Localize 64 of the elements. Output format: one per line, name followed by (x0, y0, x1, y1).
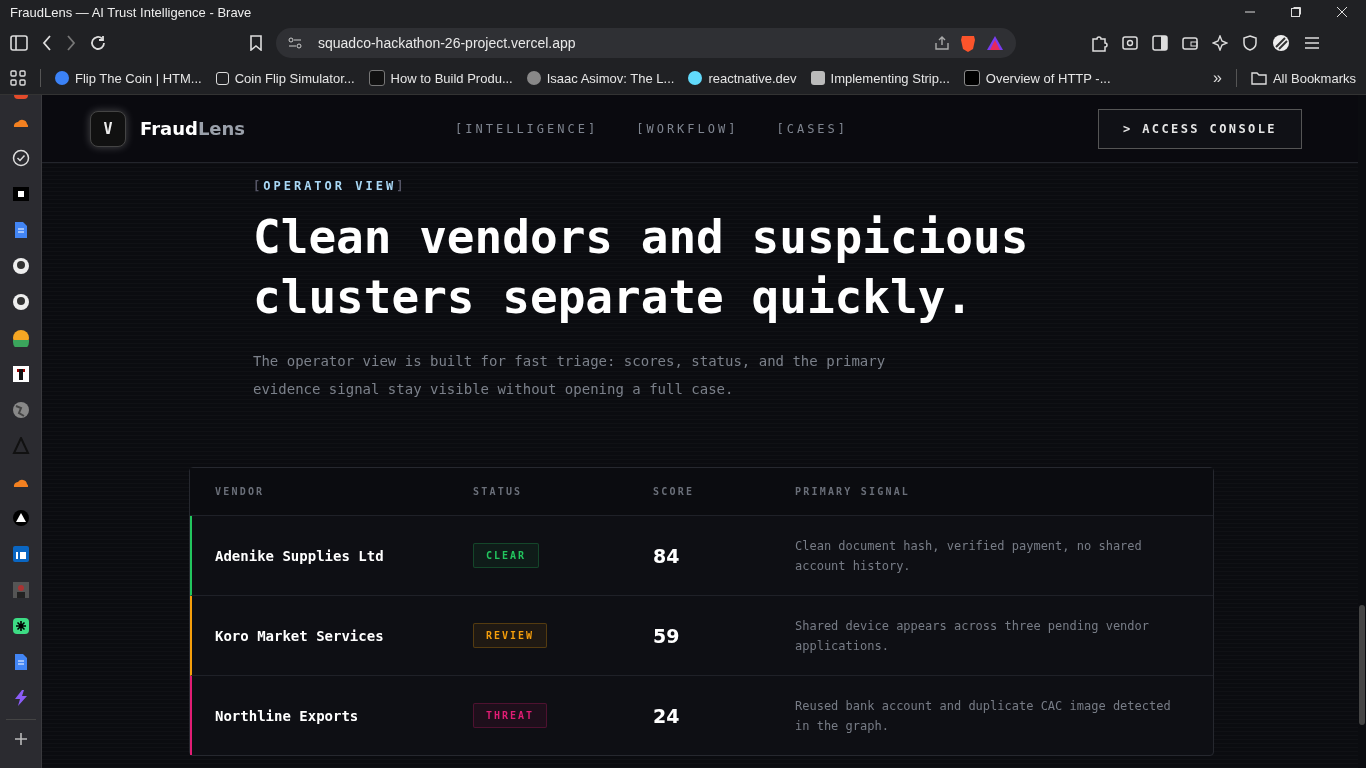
signal-text: Clean document hash, verified payment, no shared account history. (795, 537, 1143, 575)
status-badge: REVIEW (473, 623, 548, 648)
nav-link[interactable]: [INTELLIGENCE] (455, 121, 599, 136)
forward-icon[interactable] (66, 35, 76, 51)
bookmark-link[interactable]: reactnative.dev (688, 70, 797, 86)
bookmark-link[interactable]: How to Build Produ... (368, 70, 513, 86)
nav-link[interactable]: [WORKFLOW] (636, 121, 739, 136)
column-header: SCORE (653, 486, 696, 497)
bookmark-icon[interactable] (250, 35, 262, 51)
sparkle-icon[interactable] (1212, 35, 1228, 51)
sidebar-toggle-icon[interactable] (10, 35, 28, 51)
close-icon[interactable] (1336, 6, 1348, 18)
description: The operator view is built for fast triage: scores, status, and the primary evidence signal stay visible without opening a full case. (253, 352, 887, 399)
bookmark-link[interactable]: Flip The Coin | HTM... (55, 70, 202, 86)
wallet-icon[interactable] (1182, 35, 1198, 51)
logo-badge[interactable]: V (90, 110, 126, 147)
score-value: 24 (653, 704, 681, 727)
share-icon[interactable] (934, 35, 950, 51)
screenshot-icon[interactable] (1122, 35, 1138, 51)
vendor-name: Northline Exports (215, 707, 360, 724)
headline: Clean vendors and suspicious clusters separate quickly. (253, 209, 1030, 326)
bookmark-link[interactable]: Isaac Asimov: The L... (526, 70, 675, 86)
signal-text: Reused bank account and duplicate CAC image detected in the graph. (795, 697, 1172, 735)
window-title: FraudLens — AI Trust Intelligence - Brave (10, 4, 253, 20)
add-icon[interactable] (13, 732, 28, 746)
maximize-icon[interactable] (1290, 6, 1302, 18)
bookmark-link[interactable]: Coin Flip Simulator... (215, 70, 355, 86)
more-bookmarks-button[interactable]: » (1213, 69, 1222, 87)
access-console-button[interactable]: > ACCESS CONSOLE (1098, 108, 1302, 149)
bookmark-link[interactable]: Implementing Strip... (810, 70, 950, 86)
column-header: VENDOR (215, 486, 266, 497)
reload-icon[interactable] (90, 35, 106, 51)
score-value: 59 (653, 624, 681, 647)
brand-name[interactable]: FraudLens (140, 118, 246, 139)
vendor-name: Adenike Supplies Ltd (215, 547, 385, 564)
puzzle-icon[interactable] (1090, 34, 1108, 52)
app-icon[interactable] (11, 617, 30, 635)
back-icon[interactable] (42, 35, 52, 51)
vendor-name: Koro Market Services (215, 627, 385, 644)
address-bar[interactable]: squadco-hackathon-26-project.vercel.app (276, 28, 1016, 58)
sidebar-panel-icon[interactable] (1152, 35, 1168, 51)
menu-icon[interactable] (1304, 36, 1320, 50)
triangle-icon[interactable] (986, 35, 1004, 51)
shield-icon[interactable] (1242, 35, 1258, 51)
app-icon[interactable] (11, 545, 30, 563)
bookmark-link[interactable]: Overview of HTTP -... (963, 70, 1111, 86)
column-header: PRIMARY SIGNAL (795, 486, 912, 497)
app-icon[interactable] (11, 185, 30, 203)
score-value: 84 (653, 544, 681, 567)
lion-shield-icon[interactable] (960, 34, 976, 52)
all-bookmarks-button[interactable]: All Bookmarks (1250, 70, 1356, 86)
folder-icon[interactable] (1250, 71, 1267, 85)
column-header: STATUS (473, 486, 524, 497)
nav-link[interactable]: [CASES] (776, 121, 849, 136)
section-eyebrow: [OPERATOR VIEW] (253, 179, 408, 193)
site-settings-icon[interactable] (288, 37, 302, 49)
signal-text: Shared device appears across three pending vendor applications. (795, 617, 1150, 655)
app-icon[interactable] (11, 509, 30, 527)
apps-grid-icon[interactable] (10, 70, 26, 86)
status-badge: THREAT (473, 703, 548, 728)
app-icon[interactable] (11, 365, 30, 383)
scrollbar-thumb[interactable] (1359, 605, 1365, 725)
status-badge: CLEAR (473, 543, 540, 568)
app-icon[interactable] (11, 329, 30, 347)
